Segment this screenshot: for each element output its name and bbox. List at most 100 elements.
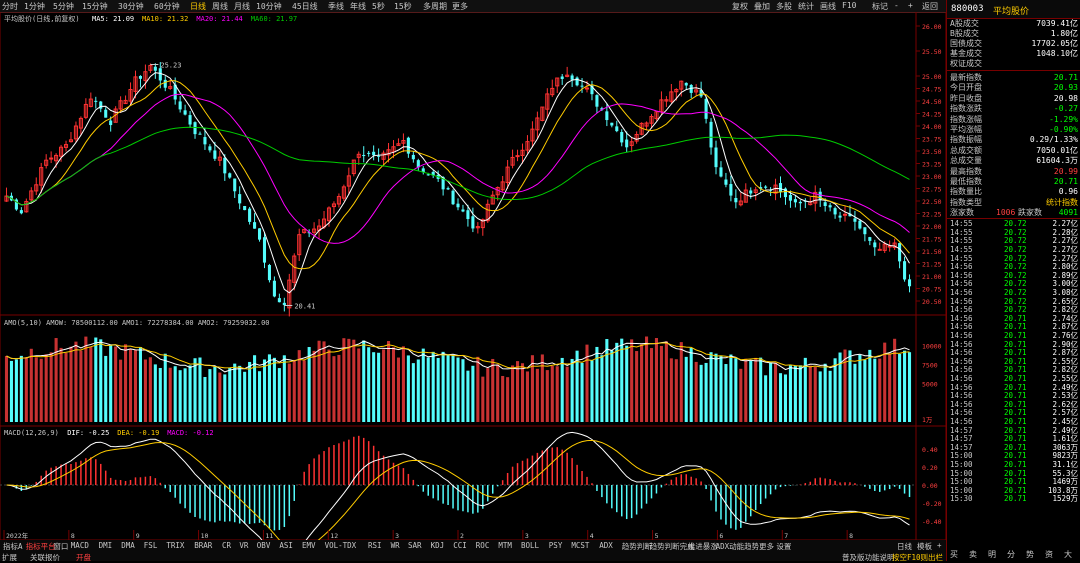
- volume-bar[interactable]: [332, 356, 336, 422]
- volume-bar[interactable]: [401, 346, 405, 422]
- volume-bar[interactable]: [158, 367, 162, 422]
- panel-tab-4[interactable]: 势: [1026, 549, 1034, 560]
- volume-bar[interactable]: [501, 375, 505, 422]
- volume-bar[interactable]: [372, 352, 376, 422]
- volume-bar[interactable]: [511, 365, 515, 422]
- volume-bar[interactable]: [24, 357, 28, 422]
- candle[interactable]: [471, 216, 475, 229]
- volume-bar[interactable]: [124, 344, 128, 422]
- volume-bar[interactable]: [327, 349, 331, 422]
- volume-bar[interactable]: [461, 359, 465, 422]
- volume-bar[interactable]: [218, 372, 222, 422]
- tick-row[interactable]: 14:57 20.71 1.61亿: [950, 435, 1078, 443]
- candle[interactable]: [238, 194, 242, 204]
- indicator-tab-21[interactable]: MTM: [497, 541, 513, 550]
- volume-bar[interactable]: [188, 365, 192, 422]
- toolbar-button-1[interactable]: 叠加: [754, 1, 770, 12]
- indicator-tab-25[interactable]: ADX: [598, 541, 614, 550]
- volume-bar[interactable]: [44, 354, 48, 422]
- candle[interactable]: [605, 111, 609, 121]
- indicator-tab-18[interactable]: KDJ: [430, 541, 446, 550]
- candle[interactable]: [253, 222, 257, 229]
- volume-bar[interactable]: [590, 360, 594, 422]
- candle[interactable]: [223, 157, 227, 174]
- volume-bar[interactable]: [491, 358, 495, 422]
- volume-bar[interactable]: [143, 359, 147, 422]
- volume-bar[interactable]: [183, 368, 187, 422]
- volume-bar[interactable]: [287, 363, 291, 422]
- tick-row[interactable]: 14:56 20.71 2.53亿: [950, 392, 1078, 400]
- candle[interactable]: [104, 109, 108, 118]
- candle[interactable]: [842, 213, 848, 216]
- candle[interactable]: [282, 302, 286, 306]
- candle[interactable]: [903, 261, 907, 280]
- volume-bar[interactable]: [248, 361, 252, 422]
- volume-bar[interactable]: [778, 373, 783, 422]
- volume-bar[interactable]: [406, 355, 410, 422]
- candle[interactable]: [466, 210, 470, 220]
- candle[interactable]: [183, 110, 187, 115]
- volume-bar[interactable]: [431, 351, 435, 422]
- toolbar-button-5[interactable]: F10: [842, 1, 856, 10]
- chart-tag-2[interactable]: +: [936, 541, 943, 550]
- volume-bar[interactable]: [416, 359, 420, 422]
- volume-bar[interactable]: [580, 362, 584, 422]
- period-tab-1[interactable]: 1分钟: [24, 1, 45, 12]
- volume-bar[interactable]: [649, 348, 654, 422]
- extension-tab-2[interactable]: 开盘: [76, 552, 91, 563]
- volume-bar[interactable]: [679, 342, 683, 422]
- tick-row[interactable]: 14:56 20.71 2.55亿: [950, 375, 1078, 383]
- volume-bar[interactable]: [19, 355, 23, 422]
- candle[interactable]: [749, 190, 753, 194]
- period-tab-9[interactable]: 10分钟: [256, 1, 282, 12]
- candle[interactable]: [868, 237, 872, 241]
- indicator-tab-10[interactable]: VR: [238, 541, 249, 550]
- volume-bar[interactable]: [674, 359, 678, 422]
- extension-tab-0[interactable]: 扩展: [2, 552, 17, 563]
- panel-tab-5[interactable]: 资: [1045, 549, 1053, 560]
- candle[interactable]: [461, 209, 465, 212]
- toolbar-button-2[interactable]: 多股: [776, 1, 792, 12]
- volume-bar[interactable]: [699, 364, 703, 422]
- candle[interactable]: [267, 264, 271, 281]
- candle[interactable]: [367, 152, 371, 154]
- candle[interactable]: [575, 77, 579, 86]
- volume-bar[interactable]: [704, 362, 708, 422]
- volume-bar[interactable]: [764, 375, 768, 422]
- volume-bar[interactable]: [64, 352, 68, 422]
- volume-bar[interactable]: [664, 341, 668, 422]
- volume-bar[interactable]: [128, 349, 133, 422]
- tick-row[interactable]: 14:56 20.71 2.45亿: [950, 418, 1078, 426]
- candle[interactable]: [778, 183, 783, 192]
- candle[interactable]: [243, 206, 247, 211]
- tick-row[interactable]: 14:55 20.72 2.27亿: [950, 246, 1078, 254]
- volume-bar[interactable]: [565, 366, 569, 422]
- indicator-tab-13[interactable]: EMV: [301, 541, 317, 550]
- tick-row[interactable]: 14:56 20.71 2.87亿: [950, 349, 1078, 357]
- indicator-tab-30[interactable]: 更多: [758, 541, 775, 552]
- candle[interactable]: [798, 201, 802, 204]
- period-tab-11[interactable]: 季线: [328, 1, 344, 12]
- volume-bar[interactable]: [29, 348, 33, 422]
- toolbar-button-0[interactable]: 复权: [732, 1, 748, 12]
- volume-bar[interactable]: [873, 358, 877, 422]
- volume-bar[interactable]: [481, 376, 485, 422]
- period-tab-4[interactable]: 30分钟: [118, 1, 144, 12]
- candle[interactable]: [684, 82, 688, 86]
- volume-bar[interactable]: [99, 339, 103, 422]
- volume-bar[interactable]: [545, 370, 549, 422]
- chart-area[interactable]: 平均股价(日线,前复权) MA5: 21.09 MA10: 21.32 MA20: 2…: [0, 11, 947, 563]
- volume-bar[interactable]: [386, 341, 391, 422]
- volume-bar[interactable]: [640, 344, 644, 422]
- volume-bar[interactable]: [684, 356, 688, 422]
- volume-bar[interactable]: [411, 363, 415, 422]
- indicator-tab-31[interactable]: 设置: [775, 541, 792, 552]
- volume-bar[interactable]: [530, 355, 534, 422]
- indicator-tab-24[interactable]: MCST: [570, 541, 590, 550]
- candle[interactable]: [208, 146, 212, 151]
- candle[interactable]: [714, 147, 718, 168]
- tick-row[interactable]: 14:56 20.71 2.76亿: [950, 332, 1078, 340]
- candle[interactable]: [248, 208, 252, 222]
- indicator-tab-7[interactable]: TRIX: [165, 541, 185, 550]
- volume-bar[interactable]: [476, 356, 480, 422]
